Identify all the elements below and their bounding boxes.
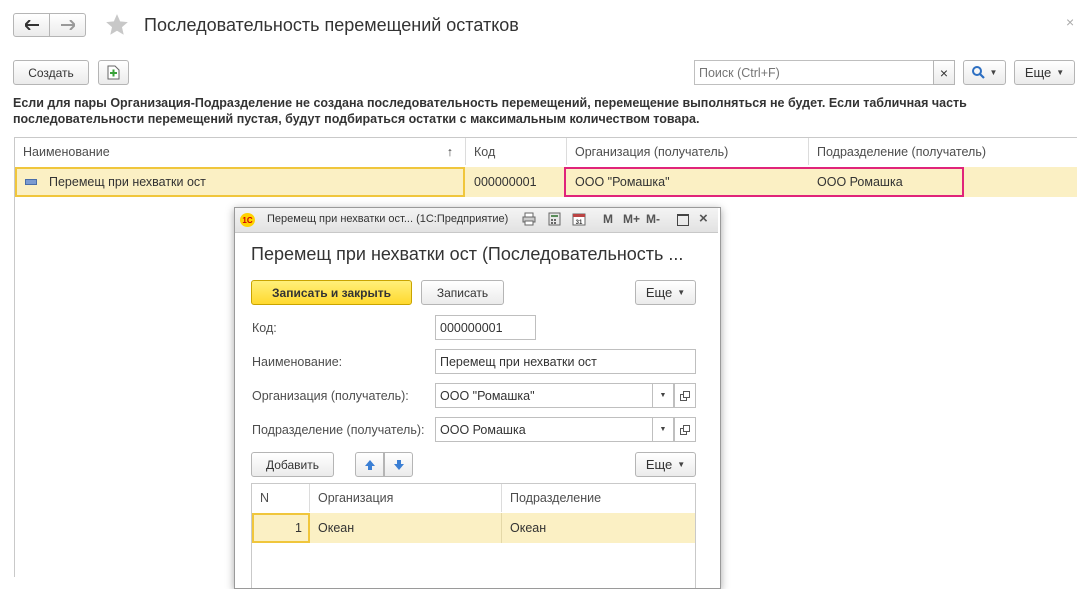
arrow-left-icon xyxy=(24,20,39,30)
memory-plus-button[interactable]: M+ xyxy=(623,212,640,226)
chevron-down-icon: ▼ xyxy=(1056,68,1065,77)
table-row[interactable]: 1 Океан Океан xyxy=(251,513,696,543)
page-title: Последовательность перемещений остатков xyxy=(144,15,519,35)
code-label: Код: xyxy=(252,321,277,335)
division-field[interactable]: ООО Ромашка xyxy=(435,417,653,442)
chevron-down-icon: ▼ xyxy=(659,426,667,433)
arrow-down-icon xyxy=(393,459,404,470)
window-title: Перемещ при нехватки ост... (1С:Предприя… xyxy=(267,213,509,225)
maximize-icon[interactable] xyxy=(677,214,689,226)
save-and-close-button[interactable]: Записать и закрыть xyxy=(251,280,412,305)
chevron-down-icon: ▼ xyxy=(677,288,686,297)
search-input[interactable] xyxy=(694,60,934,85)
division-label: Подразделение (получатель): xyxy=(252,423,425,437)
highlight-frame xyxy=(564,167,964,197)
form-heading: Перемещ при нехватки ост (Последовательн… xyxy=(251,244,684,264)
organization-open-button[interactable] xyxy=(674,383,696,408)
column-header-organization[interactable]: Организация (получатель) xyxy=(567,138,809,165)
column-header-division[interactable]: Подразделение xyxy=(502,484,693,512)
organization-label: Организация (получатель): xyxy=(252,389,409,403)
column-header-n[interactable]: N xyxy=(252,484,310,512)
division-cell[interactable]: Океан xyxy=(502,513,693,543)
list-header: Наименование ↑ Код Организация (получате… xyxy=(14,137,1077,168)
chevron-down-icon: ▼ xyxy=(677,460,686,469)
move-down-button[interactable] xyxy=(384,452,413,477)
add-row-button[interactable]: Добавить xyxy=(251,452,334,477)
forward-button[interactable] xyxy=(49,13,86,37)
sequence-table-header: N Организация Подразделение xyxy=(251,483,696,515)
chevron-down-icon: ▼ xyxy=(989,68,998,77)
arrow-right-icon xyxy=(60,20,75,30)
column-header-organization[interactable]: Организация xyxy=(310,484,502,512)
favorite-star-icon[interactable] xyxy=(104,12,130,38)
back-button[interactable] xyxy=(13,13,50,37)
arrow-up-icon xyxy=(364,459,375,470)
more-label: Еще xyxy=(1024,65,1052,80)
organization-field[interactable]: ООО "Ромашка" xyxy=(435,383,653,408)
svg-text:31: 31 xyxy=(576,220,583,226)
memory-minus-button[interactable]: M- xyxy=(646,212,660,226)
form-more-button[interactable]: Еще ▼ xyxy=(635,280,696,305)
organization-cell[interactable]: Океан xyxy=(310,513,502,543)
open-form-icon xyxy=(680,390,690,401)
catalog-item-icon xyxy=(25,179,37,185)
column-header-division[interactable]: Подразделение (получатель) xyxy=(809,138,1077,165)
move-up-button[interactable] xyxy=(355,452,384,477)
sequence-table-body xyxy=(251,543,696,588)
name-field[interactable]: Перемещ при нехватки ост xyxy=(435,349,696,374)
search-icon xyxy=(971,66,985,79)
search-button[interactable]: ▼ xyxy=(963,60,1006,85)
search-clear-button[interactable]: × xyxy=(933,60,955,85)
item-form-window: 1С Перемещ при нехватки ост... (1С:Предп… xyxy=(234,207,721,589)
save-button[interactable]: Записать xyxy=(421,280,504,305)
code-field[interactable]: 000000001 xyxy=(435,315,536,340)
code-cell[interactable]: 000000001 xyxy=(466,167,567,197)
row-number-cell[interactable]: 1 xyxy=(252,513,310,543)
table-more-button[interactable]: Еще ▼ xyxy=(635,452,696,477)
open-form-icon xyxy=(680,424,690,435)
name-label: Наименование: xyxy=(252,355,343,369)
organization-dropdown-button[interactable]: ▼ xyxy=(652,383,674,408)
copy-create-button[interactable] xyxy=(98,60,129,85)
info-notice: Если для пары Организация-Подразделение … xyxy=(13,96,967,126)
window-titlebar: 1С Перемещ при нехватки ост... (1С:Предп… xyxy=(235,208,718,233)
app-1c-icon: 1С xyxy=(240,213,255,227)
column-header-code[interactable]: Код xyxy=(466,138,567,165)
close-icon[interactable]: × xyxy=(699,210,708,227)
calculator-icon[interactable] xyxy=(548,212,561,229)
more-button[interactable]: Еще ▼ xyxy=(1014,60,1075,85)
print-icon[interactable] xyxy=(522,212,536,229)
calendar-icon[interactable]: 31 xyxy=(572,212,586,229)
sort-ascending-icon: ↑ xyxy=(446,144,453,159)
document-add-icon xyxy=(107,65,120,80)
division-open-button[interactable] xyxy=(674,417,696,442)
chevron-down-icon: ▼ xyxy=(659,392,667,399)
memory-m-button[interactable]: M xyxy=(603,212,613,226)
name-cell[interactable]: Перемещ при нехватки ост xyxy=(15,167,465,197)
list-body xyxy=(14,197,15,577)
close-icon[interactable]: × xyxy=(1066,14,1074,30)
create-button[interactable]: Создать xyxy=(13,60,89,85)
column-header-name[interactable]: Наименование ↑ xyxy=(15,138,466,165)
division-dropdown-button[interactable]: ▼ xyxy=(652,417,674,442)
